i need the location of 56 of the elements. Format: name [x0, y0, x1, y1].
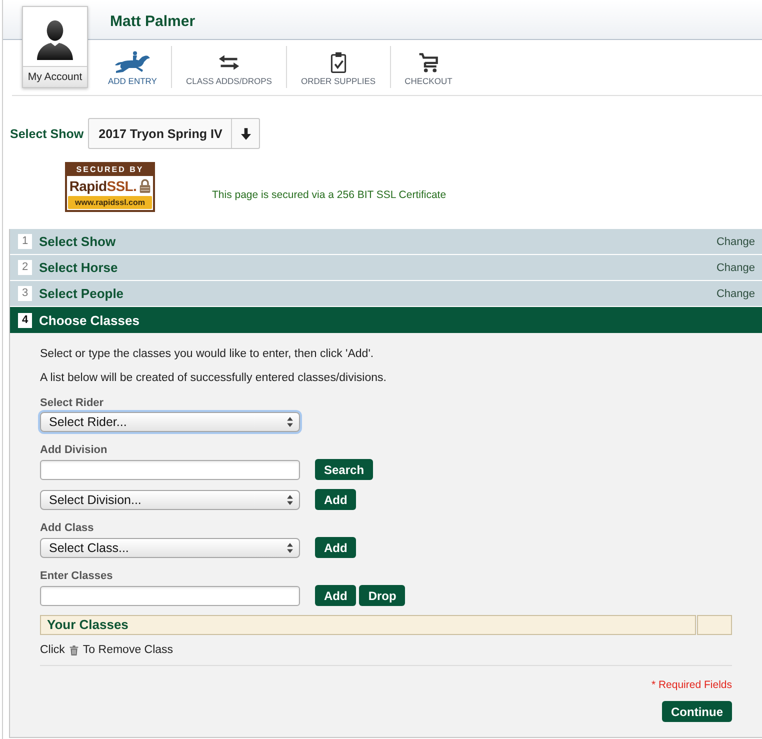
text-input[interactable]: [40, 586, 300, 606]
field-label: Enter Classes: [40, 569, 114, 583]
continue-button[interactable]: Continue: [662, 701, 732, 722]
nav-link[interactable]: CLASS ADDS/DROPS: [172, 46, 287, 88]
table-header-cell: Your Classes: [40, 615, 696, 635]
swap-arrows-icon: [218, 54, 240, 70]
badge-url: www.rapidssl.com: [68, 196, 152, 209]
select-arrows-icon: [287, 417, 293, 427]
step-number: 4: [18, 312, 32, 328]
step-title: Select People: [39, 286, 124, 301]
action-button[interactable]: Drop: [359, 585, 406, 606]
clipboard-check-icon: [330, 50, 347, 74]
nav-link[interactable]: ORDER SUPPLIES: [286, 46, 391, 88]
select-dropdown[interactable]: Select Division...: [40, 490, 300, 510]
nav-link[interactable]: CHECKOUT: [390, 46, 466, 88]
step-number: 1: [18, 234, 32, 249]
badge-caption: SECURED BY: [67, 164, 153, 176]
table-header-cell: [697, 615, 732, 635]
change-link[interactable]: Change: [716, 262, 755, 274]
horse-rider-icon: [114, 50, 151, 74]
action-button[interactable]: Search: [315, 459, 374, 480]
action-button[interactable]: Add: [315, 489, 356, 510]
hint-text: Click: [40, 643, 65, 657]
my-account-button[interactable]: My Account: [23, 66, 87, 87]
change-link[interactable]: Change: [716, 288, 755, 300]
arrow-down-icon: [240, 128, 251, 140]
trash-icon: [68, 644, 79, 656]
security-message: This page is secured via a 256 BIT SSL Certificate: [212, 189, 446, 201]
show-select[interactable]: 2017 Tryon Spring IV: [88, 118, 260, 149]
field-label: Select Rider: [40, 396, 105, 410]
cart-icon: [418, 52, 439, 72]
field-label: Select Show: [10, 126, 84, 140]
required-note: * Required Fields: [651, 678, 732, 692]
change-link[interactable]: Change: [716, 236, 755, 248]
brand-logo-text: RapidSSL.: [69, 178, 137, 194]
hint-text: To Remove Class: [82, 643, 174, 657]
user-name: Matt Palmer: [110, 13, 196, 30]
select-arrows-icon: [287, 494, 293, 504]
step-title: Choose Classes: [39, 312, 140, 328]
padlock-icon: [138, 179, 151, 193]
action-button[interactable]: Add: [315, 585, 356, 606]
select-dropdown[interactable]: Select Rider...: [40, 412, 300, 432]
select-arrows-icon: [287, 542, 293, 552]
step-number: 2: [18, 260, 32, 275]
avatar-silhouette-icon: [37, 20, 73, 60]
action-button[interactable]: Add: [315, 537, 356, 558]
nav-link[interactable]: ADD ENTRY: [94, 46, 172, 88]
instruction-text: A list below will be created of successfully entered classes/divisions.: [40, 371, 388, 385]
select-dropdown[interactable]: Select Class...: [40, 538, 300, 558]
step-title: Select Show: [39, 234, 116, 249]
step-number: 3: [18, 286, 32, 301]
instruction-text: Select or type the classes you would like to enter, then click 'Add'.: [40, 347, 375, 361]
step-title: Select Horse: [39, 260, 118, 275]
text-input[interactable]: [40, 460, 300, 480]
field-label: Add Division: [40, 443, 108, 457]
field-label: Add Class: [40, 521, 95, 535]
